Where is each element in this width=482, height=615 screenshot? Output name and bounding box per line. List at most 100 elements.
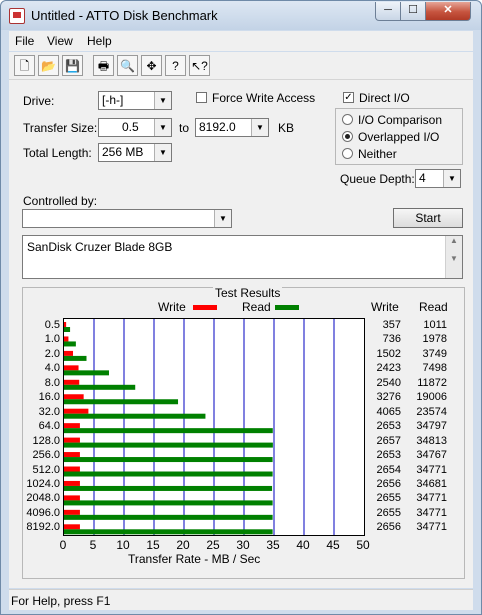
menu-view[interactable]: View	[47, 34, 73, 48]
write-bar	[64, 379, 80, 385]
chevron-down-icon[interactable]: ▼	[154, 92, 171, 109]
move-icon[interactable]: ✥	[141, 55, 162, 76]
start-button[interactable]: Start	[393, 208, 463, 228]
queue-depth-select[interactable]: 4 ▼	[415, 169, 461, 188]
read-value: 34771	[416, 521, 447, 534]
write-value: 4065	[376, 405, 401, 418]
menu-help[interactable]: Help	[87, 34, 112, 48]
transfer-from-select[interactable]: 0.5 ▼	[98, 118, 172, 137]
tick-label-y: 0.5	[44, 319, 60, 331]
write-bar	[64, 452, 80, 458]
radio-neither[interactable]	[342, 148, 353, 159]
write-value: 2656	[376, 521, 401, 534]
chevron-down-icon[interactable]: ▼	[154, 144, 171, 161]
controlled-by-label: Controlled by:	[23, 194, 98, 208]
tick-label-y: 2048.0	[26, 492, 60, 505]
force-write-label: Force Write Access	[212, 91, 316, 105]
transfer-unit-label: KB	[278, 121, 295, 135]
drive-select[interactable]: [-h-] ▼	[98, 91, 172, 110]
write-bar	[64, 336, 69, 342]
transfer-rate-chart	[63, 318, 365, 536]
chevron-down-icon[interactable]: ▼	[251, 119, 268, 136]
open-folder-icon[interactable]: 📂	[38, 55, 59, 76]
direct-io-checkbox[interactable]: ✓	[343, 92, 354, 103]
total-length-value: 256 MB	[102, 145, 144, 159]
read-value: 34771	[416, 463, 447, 476]
tick-label-x: 50	[356, 538, 370, 552]
toolbar: 🗋 📂 💾 🖶 🔍 ✥ ? ↖?	[9, 52, 473, 80]
write-value: 2655	[376, 492, 401, 505]
tick-label-x: 30	[236, 538, 250, 552]
force-write-checkbox[interactable]	[196, 92, 207, 103]
main-panel: Drive: [-h-] ▼ Force Write Access ✓ Dire…	[9, 80, 473, 588]
read-bar	[64, 514, 273, 520]
write-value: 2655	[376, 506, 401, 519]
drive-label: Drive:	[23, 94, 55, 108]
tick-label-y: 8.0	[44, 376, 60, 389]
chevron-down-icon[interactable]: ▼	[154, 119, 171, 136]
tick-label-x: 35	[266, 538, 280, 552]
tick-label-y: 512.0	[32, 463, 60, 476]
total-length-select[interactable]: 256 MB ▼	[98, 143, 172, 162]
legend-read-label: Read	[242, 300, 271, 314]
read-bar	[64, 428, 273, 434]
maximize-button[interactable]: ☐	[400, 2, 426, 21]
test-results-title: Test Results	[213, 286, 283, 300]
read-bar	[64, 384, 136, 390]
tick-label-x: 25	[206, 538, 220, 552]
write-value: 2653	[376, 449, 401, 462]
minimize-button[interactable]: ─	[375, 2, 401, 21]
menu-file[interactable]: File	[15, 34, 34, 48]
x-axis-label: Transfer Rate - MB / Sec	[128, 552, 261, 566]
title-bar[interactable]: Untitled - ATTO Disk Benchmark ─ ☐ ✕	[1, 1, 481, 30]
new-document-icon[interactable]: 🗋	[14, 55, 35, 76]
context-help-icon[interactable]: ↖?	[189, 55, 210, 76]
drive-value: [-h-]	[102, 93, 124, 107]
write-value: 3276	[376, 391, 401, 404]
read-value: 34681	[416, 477, 447, 490]
chevron-down-icon[interactable]: ▼	[443, 170, 460, 187]
tick-label-y: 128.0	[32, 434, 60, 447]
write-value: 2654	[376, 463, 401, 476]
window-title: Untitled - ATTO Disk Benchmark	[31, 8, 218, 23]
transfer-to-select[interactable]: 8192.0 ▼	[195, 118, 269, 137]
help-icon[interactable]: ?	[165, 55, 186, 76]
radio-overlapped-io[interactable]	[342, 131, 353, 142]
device-description-scrollbar[interactable]: ▲ ▼	[445, 236, 462, 278]
transfer-to-label: to	[179, 121, 190, 135]
read-bar	[64, 485, 273, 491]
chart-svg	[64, 319, 335, 535]
save-icon[interactable]: 💾	[62, 55, 83, 76]
read-bar	[64, 471, 273, 477]
write-bar	[64, 480, 80, 486]
write-value: 2423	[376, 362, 401, 375]
print-icon[interactable]: 🖶	[93, 55, 114, 76]
legend-write-swatch	[193, 305, 217, 310]
read-bar	[64, 457, 273, 463]
tick-label-y: 256.0	[32, 449, 60, 462]
controlled-by-select[interactable]: ▼	[22, 209, 232, 228]
write-bar	[64, 509, 80, 515]
print-preview-icon[interactable]: 🔍	[117, 55, 138, 76]
write-bar	[64, 394, 84, 400]
read-value: 34797	[416, 420, 447, 433]
menu-bar: File View Help	[9, 31, 473, 51]
chevron-down-icon[interactable]: ▼	[214, 210, 231, 227]
direct-io-label: Direct I/O	[359, 91, 410, 105]
close-button[interactable]: ✕	[425, 2, 471, 21]
neither-label: Neither	[358, 147, 397, 161]
app-icon	[9, 8, 25, 24]
write-bar	[64, 423, 80, 429]
write-value: 2656	[376, 477, 401, 490]
read-value: 1011	[423, 319, 447, 331]
write-bar	[64, 408, 89, 414]
queue-depth-label: Queue Depth:	[340, 172, 415, 186]
radio-io-comparison[interactable]	[342, 114, 353, 125]
tick-label-y: 4.0	[44, 362, 60, 375]
write-bar	[64, 350, 74, 356]
read-value: 34813	[416, 434, 447, 447]
tick-label-y: 2.0	[44, 347, 60, 360]
tick-label-x: 10	[116, 538, 130, 552]
device-description-field[interactable]: SanDisk Cruzer Blade 8GB ▲ ▼	[22, 235, 463, 279]
write-bar	[64, 437, 80, 443]
